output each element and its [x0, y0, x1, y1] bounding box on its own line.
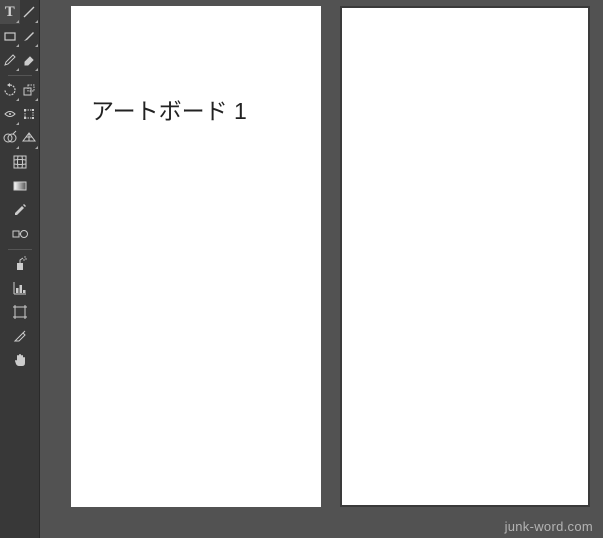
hand-icon — [11, 351, 29, 369]
perspective-grid-tool[interactable] — [20, 126, 40, 150]
symbol-sprayer-tool[interactable] — [0, 252, 40, 276]
column-graph-icon — [11, 279, 29, 297]
line-icon — [21, 4, 37, 20]
width-icon — [2, 106, 18, 122]
slice-tool[interactable] — [0, 324, 40, 348]
paintbrush-tool[interactable] — [20, 24, 40, 48]
eraser-tool[interactable] — [20, 48, 40, 72]
rotate-icon — [2, 82, 18, 98]
blend-icon — [11, 225, 29, 243]
eyedropper-icon — [11, 201, 29, 219]
hand-tool[interactable] — [0, 348, 40, 372]
artboard-tool[interactable] — [0, 300, 40, 324]
width-tool[interactable] — [0, 102, 20, 126]
pencil-tool[interactable] — [0, 48, 20, 72]
scale-icon — [21, 82, 37, 98]
free-transform-tool[interactable] — [20, 102, 40, 126]
artboard-1[interactable]: アートボード 1 — [71, 6, 321, 507]
mesh-icon — [11, 153, 29, 171]
line-segment-tool[interactable] — [20, 0, 40, 24]
type-icon: T — [5, 4, 15, 21]
shape-builder-icon — [2, 130, 18, 146]
pencil-icon — [2, 52, 18, 68]
shape-builder-tool[interactable] — [0, 126, 20, 150]
scale-tool[interactable] — [20, 78, 40, 102]
symbol-sprayer-icon — [11, 255, 29, 273]
slice-icon — [11, 327, 29, 345]
artboard-2[interactable] — [340, 6, 590, 507]
eraser-icon — [21, 52, 37, 68]
toolbar: T — [0, 0, 40, 538]
mesh-tool[interactable] — [0, 150, 40, 174]
rectangle-tool[interactable] — [0, 24, 20, 48]
type-tool[interactable]: T — [0, 0, 20, 24]
rectangle-icon — [2, 28, 18, 44]
artboard-icon — [11, 303, 29, 321]
rotate-tool[interactable] — [0, 78, 20, 102]
artboard-label: アートボード 1 — [91, 92, 247, 126]
column-graph-tool[interactable] — [0, 276, 40, 300]
paintbrush-icon — [21, 28, 37, 44]
watermark: junk-word.com — [505, 519, 593, 534]
gradient-tool[interactable] — [0, 174, 40, 198]
canvas-area[interactable]: アートボード 1 — [40, 0, 603, 538]
gradient-icon — [11, 177, 29, 195]
blend-tool[interactable] — [0, 222, 40, 246]
eyedropper-tool[interactable] — [0, 198, 40, 222]
perspective-grid-icon — [21, 130, 37, 146]
free-transform-icon — [21, 106, 37, 122]
